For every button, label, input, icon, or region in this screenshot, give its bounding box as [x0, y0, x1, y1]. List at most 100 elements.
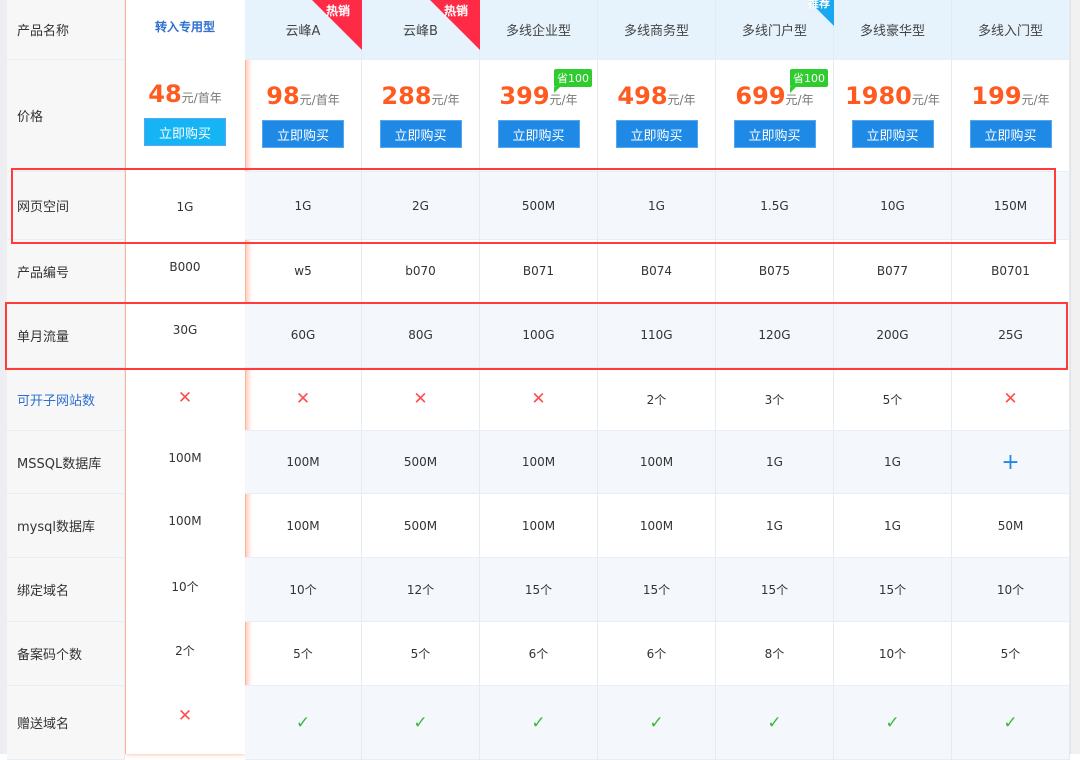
- check-icon: ✓: [885, 712, 900, 733]
- buy-now-button[interactable]: 立即购买: [144, 118, 226, 146]
- product-name: 多线企业型: [505, 24, 571, 39]
- value-text: 10个: [289, 583, 317, 597]
- value-text: 25G: [998, 328, 1023, 342]
- value-cell: ✓: [362, 686, 480, 760]
- buy-now-button[interactable]: 立即购买: [262, 120, 344, 148]
- value-cell: 5个: [834, 368, 952, 431]
- value-text: B0701: [991, 264, 1030, 278]
- value-text: 10个: [878, 647, 907, 661]
- row-label: 网页空间: [7, 172, 125, 240]
- value-text: 100M: [286, 455, 320, 469]
- value-text: 1G: [766, 518, 783, 533]
- buy-now-button[interactable]: 立即购买: [733, 120, 816, 148]
- row-label-text: 网页空间: [17, 200, 70, 215]
- value-text: w5: [294, 264, 312, 278]
- value-text: 100G: [522, 328, 555, 342]
- value-text: 10G: [880, 198, 905, 213]
- value-text: 15个: [878, 583, 907, 597]
- check-icon: ✓: [649, 712, 664, 733]
- value-text: 110G: [640, 328, 673, 342]
- row-label-text: mysql数据库: [17, 520, 95, 535]
- row-label: 备案码个数: [7, 622, 125, 686]
- value-text: 5个: [410, 647, 431, 661]
- row-label-text: 产品名称: [17, 24, 70, 39]
- value-cell: 15个: [480, 558, 598, 622]
- value-cell: 100M: [125, 431, 245, 494]
- value-cell: 6个: [598, 622, 716, 686]
- value-cell: 120G: [716, 303, 834, 368]
- value-cell: 15个: [834, 558, 952, 622]
- price-unit: 元/年: [1021, 93, 1050, 107]
- value-cell: +: [952, 431, 1070, 494]
- row-label: 产品编号: [7, 240, 125, 303]
- value-cell: 15个: [716, 558, 834, 622]
- row-label-text: 单月流量: [17, 329, 70, 345]
- buy-now-button[interactable]: 立即购买: [969, 120, 1052, 148]
- row-label: MSSQL数据库: [7, 431, 125, 494]
- price-value: 48: [148, 80, 182, 108]
- value-text: 3个: [764, 392, 785, 407]
- value-cell: 10个: [834, 622, 952, 686]
- value-cell: 1.5G: [716, 172, 834, 240]
- price-line: 498元/年: [617, 82, 695, 110]
- row-label-text: 赠送域名: [17, 717, 70, 732]
- value-cell: ✕: [480, 368, 598, 431]
- value-cell: 5个: [952, 622, 1070, 686]
- row-label-text: 产品编号: [17, 265, 70, 281]
- value-cell: B074: [598, 240, 716, 303]
- price-unit: 元/年: [431, 93, 460, 107]
- scrollbar[interactable]: [1070, 0, 1080, 754]
- cross-icon: ✕: [177, 388, 193, 408]
- row-label-text: MSSQL数据库: [17, 456, 102, 472]
- hosting-comparison-table: 产品名称 价格 网页空间 产品编号 单月流量 可开子网站数 MSSQL数据库 mysql数据库…: [0, 0, 1080, 760]
- value-cell: 3个: [716, 368, 834, 431]
- buy-now-button[interactable]: 立即购买: [379, 120, 462, 148]
- value-text: b070: [405, 264, 436, 278]
- row-label: 可开子网站数: [7, 368, 125, 431]
- value-cell: B071: [480, 240, 598, 303]
- value-text: B074: [640, 264, 673, 278]
- value-cell: 1G: [598, 172, 716, 240]
- value-cell: 1G: [125, 172, 245, 240]
- value-text: 60G: [290, 328, 316, 342]
- value-cell: 200G: [834, 303, 952, 368]
- price-block: 48元/首年立即购买: [144, 80, 226, 146]
- price-cell: 288元/年 立即购买: [362, 60, 480, 172]
- value-cell: 1G: [834, 494, 952, 558]
- value-cell: 10个: [125, 558, 245, 622]
- value-cell: 500M: [480, 172, 598, 240]
- price-line: 199元/年: [971, 82, 1049, 110]
- value-text: 5个: [293, 647, 313, 661]
- price-value: 98: [266, 82, 300, 110]
- value-cell: 60G: [245, 303, 362, 368]
- value-cell: 30G: [125, 303, 245, 368]
- price-unit: 元/首年: [181, 91, 222, 105]
- value-text: B075: [758, 264, 791, 278]
- price-value: 699: [735, 82, 786, 110]
- value-cell: 100M: [245, 431, 362, 494]
- price-value: 399: [499, 82, 550, 110]
- buy-now-button[interactable]: 立即购买: [851, 120, 934, 148]
- value-text: 500M: [403, 455, 438, 469]
- price-value: 1980: [845, 82, 912, 110]
- price-line: 1980元/年: [845, 82, 940, 110]
- value-text: 30G: [172, 323, 198, 337]
- product-name: 多线入门型: [977, 24, 1043, 39]
- value-cell: 10G: [834, 172, 952, 240]
- value-cell: 15个: [598, 558, 716, 622]
- value-text: 100M: [168, 514, 202, 528]
- value-text: 150M: [993, 198, 1028, 213]
- price-unit: 元/首年: [299, 93, 340, 107]
- value-cell: 500M: [362, 494, 480, 558]
- value-text: 1.5G: [760, 198, 789, 213]
- buy-now-button[interactable]: 立即购买: [615, 120, 698, 148]
- price-cell: 48元/首年立即购买: [125, 60, 245, 172]
- value-cell: ✓: [245, 686, 362, 760]
- product-name: 多线门户型: [741, 24, 807, 39]
- buy-now-button[interactable]: 立即购买: [497, 120, 580, 148]
- product-name-cell: 多线入门型: [952, 0, 1070, 60]
- row-label-text: 备案码个数: [17, 648, 83, 663]
- value-text: 100M: [521, 518, 556, 533]
- value-cell: 100M: [480, 494, 598, 558]
- value-cell: B000: [125, 240, 245, 303]
